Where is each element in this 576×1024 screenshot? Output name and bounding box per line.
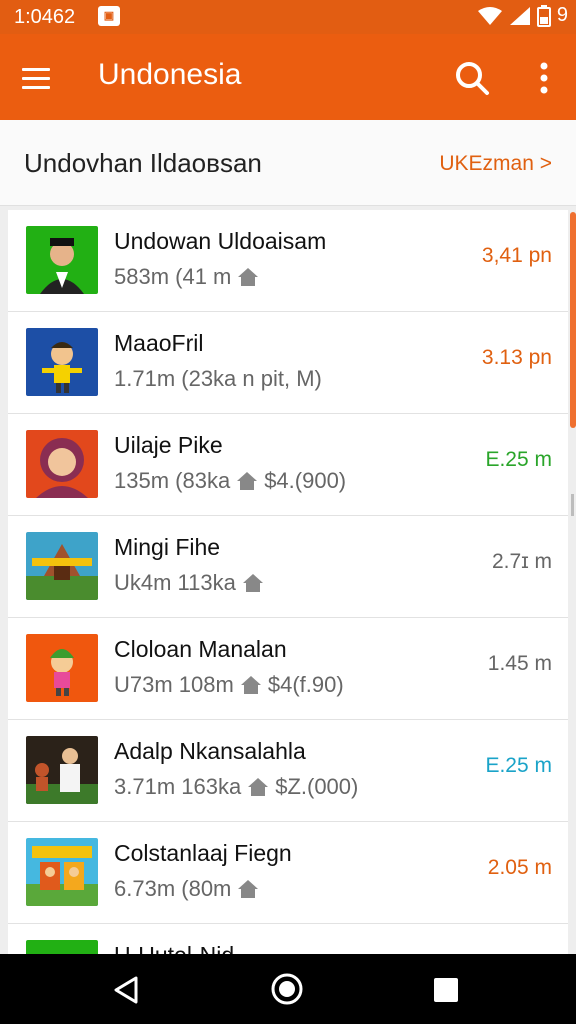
item-meta: 3.71m 163ka $Z.(000): [114, 774, 358, 800]
item-meta: 6.73m (80m: [114, 876, 259, 902]
item-price: $4(f.90): [267, 672, 344, 697]
item-title: Undowan Uldoaisam: [114, 228, 327, 254]
scroll-indicator: [571, 494, 574, 516]
item-title: Mingi Fihe: [114, 534, 221, 560]
list-item[interactable]: Cloloan Manalan U73m 108m $4(f.90) 1.45 …: [8, 618, 568, 720]
home-icon: [237, 472, 258, 490]
home-icon: [238, 268, 259, 286]
item-title: Uilaje Pike: [114, 432, 223, 458]
notification-badge-icon: ▣: [98, 6, 120, 26]
item-meta-text: Uk4m 113ka: [114, 570, 236, 595]
thumbnail-man-in-white: [26, 736, 98, 804]
list-item[interactable]: Mingi Fihe Uk4m 113ka 2.7ɪ m: [8, 516, 568, 618]
thumbnail-hijab-girl: [26, 430, 98, 498]
section-title: Undovhan Ildaoвsan: [24, 148, 262, 178]
channel-list: Undowan Uldoaisam 583m (41 m 3,41 pn Maa…: [8, 210, 568, 954]
item-meta: 583m (41 m: [114, 264, 259, 290]
item-meta-text: 1.71m (23ka n pit, M): [114, 366, 322, 391]
wifi-icon: [477, 6, 502, 25]
thumbnail-partial: [26, 940, 98, 954]
item-meta-text: 6.73m (80m: [114, 876, 232, 901]
item-meta: Uk4m 113ka: [114, 570, 264, 596]
item-title: Cloloan Manalan: [114, 636, 287, 662]
thumbnail-person-portrait: [26, 226, 98, 294]
battery-icon: [536, 4, 551, 27]
item-duration: 2.7ɪ m: [492, 550, 552, 573]
item-title: U-Uutel-Nid: [114, 942, 234, 954]
item-title: Adalp Nkansalahla: [114, 738, 306, 764]
home-icon: [248, 778, 269, 796]
home-icon: [240, 676, 261, 694]
status-time: 1:0462: [14, 6, 76, 28]
system-nav-bar: [0, 954, 576, 1024]
item-meta: 1.71m (23ka n pit, M): [114, 366, 322, 392]
item-price: $Z.(000): [275, 774, 359, 799]
back-triangle-icon[interactable]: [110, 974, 142, 1006]
item-price: $4.(900): [264, 468, 347, 493]
list-item[interactable]: Adalp Nkansalahla 3.71m 163ka $Z.(000) E…: [8, 720, 568, 822]
thumbnail-cartoon-boy: [26, 328, 98, 396]
thumbnail-cartoon-market: [26, 838, 98, 906]
item-title: Colstanlaaj Fiegn: [114, 840, 292, 866]
more-vert-icon[interactable]: [530, 58, 558, 98]
item-meta-text: 135m (83ka: [114, 468, 231, 493]
home-circle-icon[interactable]: [270, 972, 304, 1006]
item-duration: E.25 m: [485, 448, 552, 471]
battery-percent: 9: [556, 4, 568, 26]
item-title: MaaoFril: [114, 330, 204, 356]
item-duration: 2.05 m: [487, 856, 552, 879]
list-item[interactable]: MaaoFril 1.71m (23ka n pit, M) 3.13 pn: [8, 312, 568, 414]
home-icon: [238, 880, 259, 898]
signal-icon: [509, 6, 530, 25]
item-meta: 135m (83ka $4.(900): [114, 468, 346, 494]
app-title: Undonesia: [98, 58, 242, 91]
list-scrollbar[interactable]: [570, 212, 576, 428]
hamburger-menu-icon[interactable]: [22, 60, 58, 96]
status-bar: 1:0462 ▣ 9: [0, 0, 576, 34]
item-meta-text: U73m 108m: [114, 672, 234, 697]
list-item[interactable]: U-Uutel-Nid: [8, 924, 568, 954]
list-item[interactable]: Colstanlaaj Fiegn 6.73m (80m 2.05 m: [8, 822, 568, 924]
search-icon[interactable]: [452, 58, 492, 98]
thumbnail-temple-poster: [26, 532, 98, 600]
home-icon: [242, 574, 263, 592]
thumbnail-cartoon-character: [26, 634, 98, 702]
item-meta-text: 583m (41 m: [114, 264, 232, 289]
see-all-link[interactable]: UKEzman >: [439, 152, 552, 176]
item-meta: U73m 108m $4(f.90): [114, 672, 344, 698]
section-header: Undovhan Ildaoвsan UKEzman >: [0, 120, 576, 206]
item-meta-text: 3.71m 163ka: [114, 774, 242, 799]
item-duration: E.25 m: [485, 754, 552, 777]
list-item[interactable]: Uilaje Pike 135m (83ka $4.(900) E.25 m: [8, 414, 568, 516]
item-duration: 1.45 m: [487, 652, 552, 675]
item-duration: 3,41 pn: [481, 244, 552, 267]
app-bar: Undonesia: [0, 34, 576, 120]
recents-square-icon[interactable]: [434, 978, 458, 1002]
item-duration: 3.13 pn: [481, 346, 552, 369]
list-item[interactable]: Undowan Uldoaisam 583m (41 m 3,41 pn: [8, 210, 568, 312]
status-icons: 9: [477, 4, 568, 27]
